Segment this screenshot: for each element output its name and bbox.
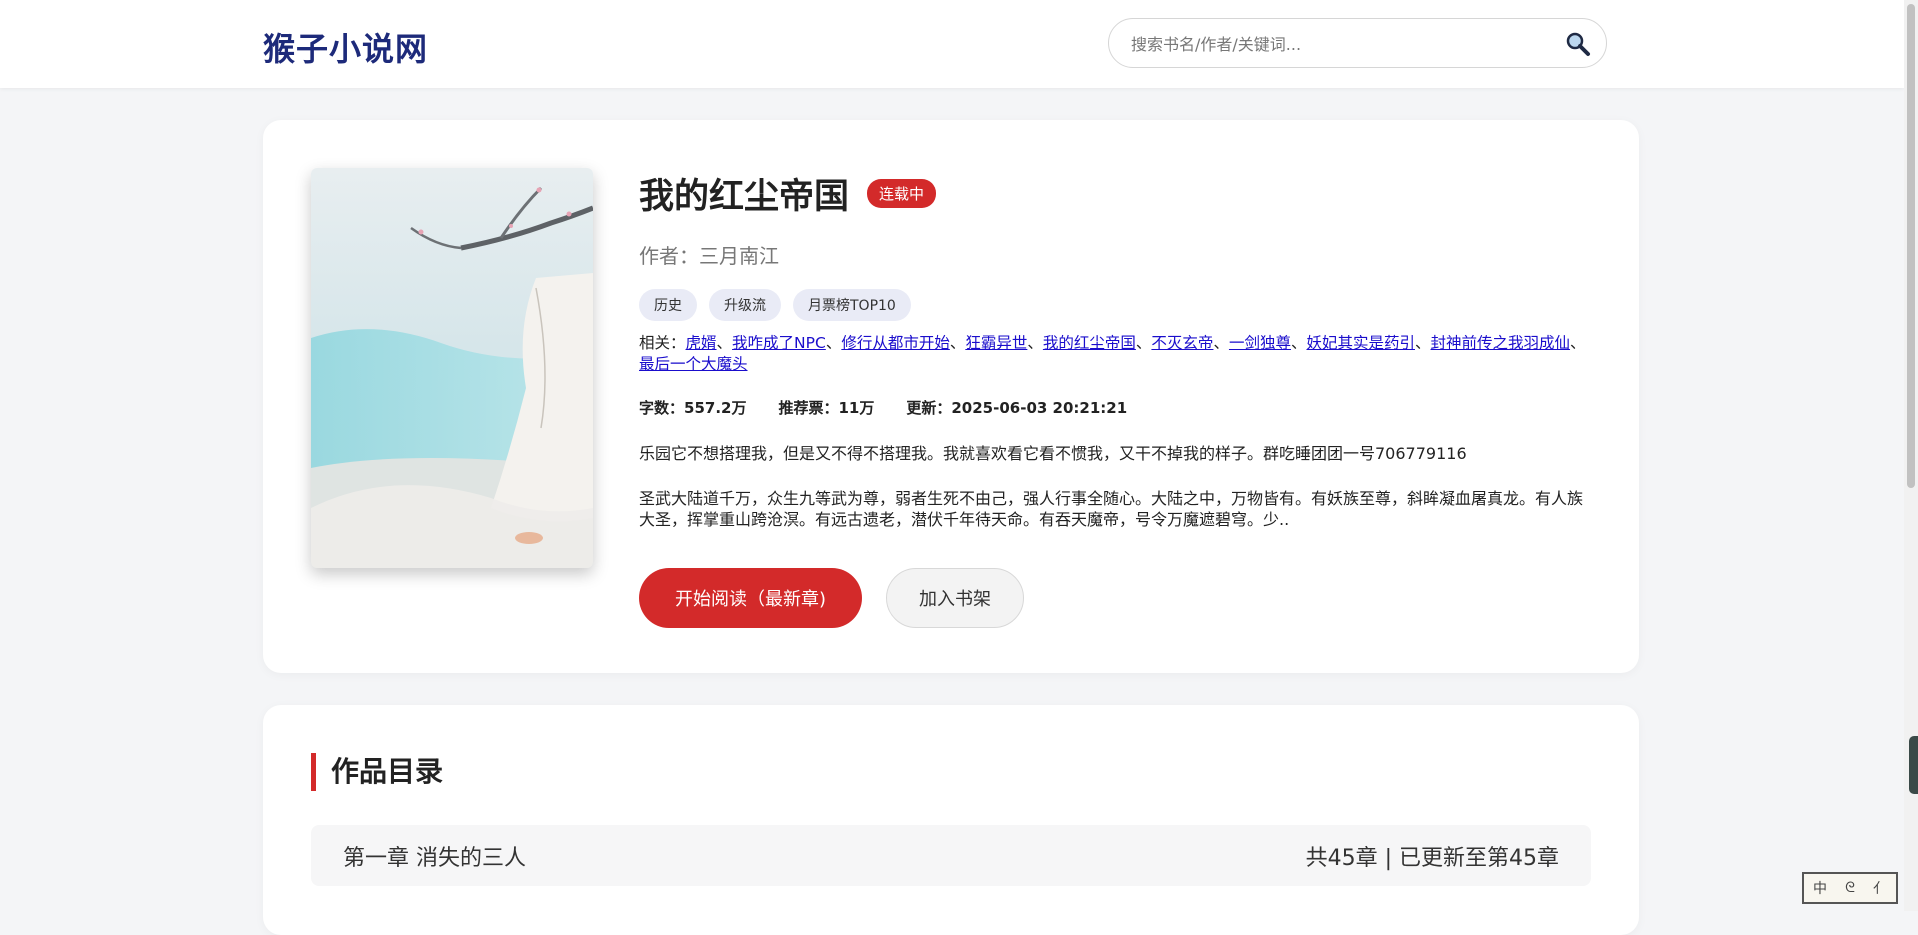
book-info: 我的红尘帝国 连载中 作者：三月南江 历史 升级流 月票榜TOP10 相关：虎婿… [639, 168, 1594, 628]
recommend-votes: 推荐票：11万 [778, 399, 875, 417]
add-to-shelf-button[interactable]: 加入书架 [886, 568, 1024, 628]
table-of-contents-card: 作品目录 第一章 消失的三人 共45章 | 已更新至第45章 [263, 705, 1639, 935]
intro-paragraph: 乐园它不想搭理我，但是又不得不搭理我。我就喜欢看它看不惯我，又干不掉我的样子。群… [639, 444, 1467, 463]
book-title: 我的红尘帝国 [639, 176, 850, 217]
ime-toolbar[interactable]: 中 ᘓ ⺅ [1802, 872, 1898, 904]
related-link[interactable]: 最后一个大魔头 [639, 355, 748, 373]
related-link[interactable]: 我的红尘帝国 [1043, 334, 1136, 352]
word-count: 字数：557.2万 [639, 399, 747, 417]
title-row: 我的红尘帝国 连载中 [639, 168, 1594, 218]
related-link[interactable]: 虎婿 [686, 334, 717, 352]
start-reading-button[interactable]: 开始阅读（最新章) [639, 568, 862, 628]
tag-monthly-top10[interactable]: 月票榜TOP10 [793, 289, 911, 321]
book-stats: 字数：557.2万 推荐票：11万 更新：2025-06-03 20:21:21 [639, 397, 1594, 418]
intro-paragraph: 圣武大陆道千万，众生九等武为尊，弱者生死不由己，强人行事全随心。大陆之中，万物皆… [639, 489, 1584, 529]
search-input[interactable] [1131, 31, 1531, 57]
related-link[interactable]: 封神前传之我羽成仙 [1431, 334, 1571, 352]
related-link[interactable]: 不灭玄帝 [1151, 334, 1213, 352]
related-link[interactable]: 我咋成了NPC [732, 334, 826, 352]
book-detail-card: 我的红尘帝国 连载中 作者：三月南江 历史 升级流 月票榜TOP10 相关：虎婿… [263, 120, 1639, 673]
related-books: 相关：虎婿、我咋成了NPC、修行从都市开始、狂霸异世、我的红尘帝国、不灭玄帝、一… [639, 334, 1586, 373]
search-icon[interactable] [1564, 30, 1592, 58]
site-logo[interactable]: 猴子小说网 [263, 24, 428, 70]
tag-history[interactable]: 历史 [639, 289, 697, 321]
related-link[interactable]: 修行从都市开始 [841, 334, 950, 352]
update-time: 更新：2025-06-03 20:21:21 [906, 399, 1128, 417]
book-intro: 乐园它不想搭理我，但是又不得不搭理我。我就喜欢看它看不惯我，又干不掉我的样子。群… [639, 443, 1594, 530]
tag-list: 历史 升级流 月票榜TOP10 [639, 289, 1594, 321]
ime-chinese-icon[interactable]: 中 [1813, 878, 1827, 898]
ime-settings-icon[interactable]: ⺅ [1873, 878, 1887, 898]
toc-title: 作品目录 [311, 753, 443, 791]
search-box [1108, 18, 1607, 68]
chapter-summary: 共45章 | 已更新至第45章 [1305, 845, 1559, 871]
related-link[interactable]: 妖妃其实是药引 [1306, 334, 1415, 352]
ime-moon-icon[interactable]: ᘓ [1845, 880, 1855, 896]
status-badge: 连载中 [867, 178, 937, 208]
toc-first-chapter-row[interactable]: 第一章 消失的三人 共45章 | 已更新至第45章 [311, 825, 1591, 886]
book-author[interactable]: 作者：三月南江 [639, 240, 1594, 269]
related-link[interactable]: 一剑独尊 [1229, 334, 1291, 352]
related-label: 相关： [639, 334, 686, 352]
tag-level-up[interactable]: 升级流 [709, 289, 781, 321]
first-chapter-link[interactable]: 第一章 消失的三人 [343, 840, 526, 872]
site-header: 猴子小说网 [0, 0, 1904, 88]
related-link[interactable]: 狂霸异世 [965, 334, 1027, 352]
action-buttons: 开始阅读（最新章) 加入书架 [639, 568, 1594, 628]
book-cover-image[interactable] [311, 168, 593, 568]
side-widget-tab[interactable] [1909, 736, 1918, 794]
scrollbar-thumb[interactable] [1907, 4, 1915, 488]
